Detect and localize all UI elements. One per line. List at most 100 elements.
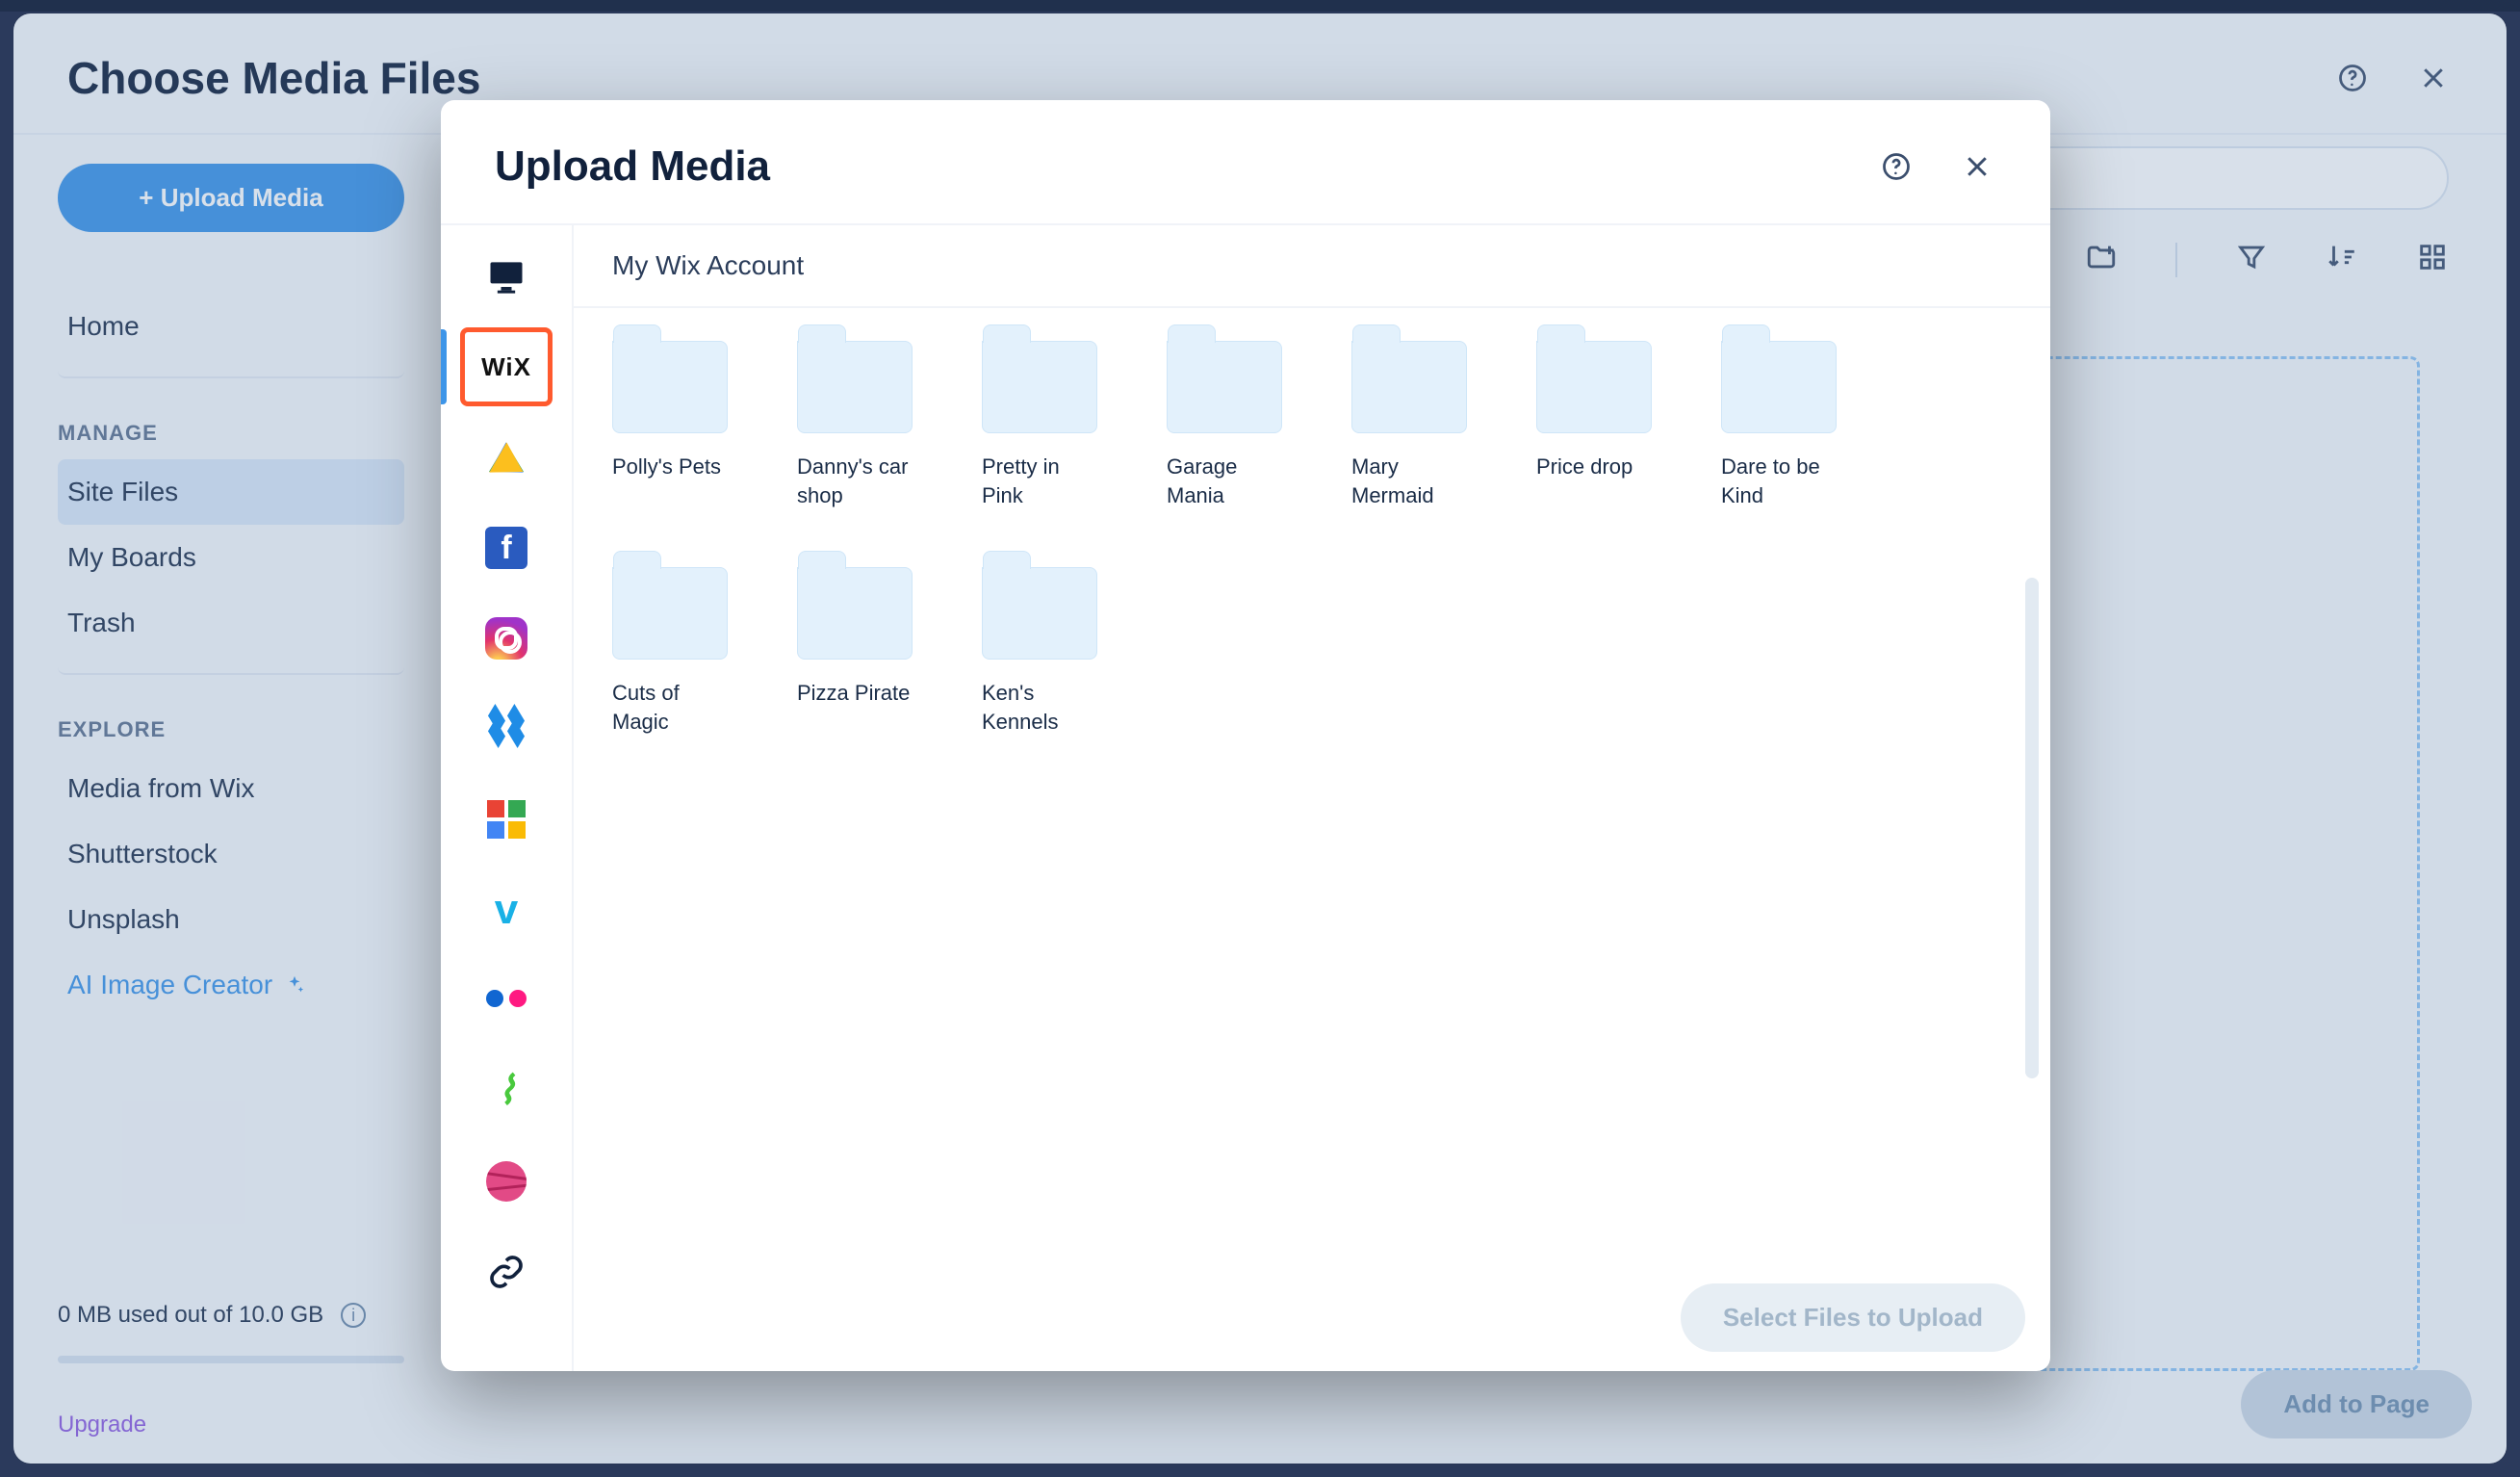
help-icon[interactable] [2333, 59, 2372, 97]
folder-item[interactable]: Price drop [1536, 341, 1659, 509]
sidebar-item-trash[interactable]: Trash [58, 590, 404, 675]
folder-area: Polly's Pets Danny's car shop Pretty in … [574, 308, 2050, 1264]
source-dropbox[interactable] [441, 684, 572, 774]
folder-item[interactable]: Danny's car shop [797, 341, 920, 509]
link-icon [483, 1249, 529, 1295]
sidebar-nav: Home MANAGE Site Files My Boards Trash E… [58, 294, 404, 1018]
folder-item[interactable]: Pizza Pirate [797, 567, 920, 736]
folder-icon [1167, 341, 1282, 433]
folder-label: Pizza Pirate [797, 679, 920, 708]
source-desktop[interactable] [441, 231, 572, 322]
folder-icon [1351, 341, 1467, 433]
breadcrumb[interactable]: My Wix Account [574, 225, 2050, 308]
upload-media-modal: Upload Media WiX f v ⌇ [441, 100, 2050, 1371]
folder-label: Polly's Pets [612, 453, 735, 481]
folder-item[interactable]: Cuts of Magic [612, 567, 735, 736]
folder-label: Dare to be Kind [1721, 453, 1844, 509]
choose-media-title: Choose Media Files [67, 52, 480, 104]
source-instagram[interactable] [441, 593, 572, 684]
source-facebook[interactable]: f [441, 503, 572, 593]
dribbble-icon [483, 1158, 529, 1205]
upload-media-header: Upload Media [441, 100, 2050, 225]
folder-icon [797, 341, 913, 433]
folder-icon [612, 567, 728, 660]
desktop-icon [483, 253, 529, 299]
storage-usage-text: 0 MB used out of 10.0 GB [58, 1302, 323, 1329]
help-icon[interactable] [1877, 147, 1916, 186]
upload-media-button[interactable]: + Upload Media [58, 164, 404, 232]
source-dribbble[interactable] [441, 1136, 572, 1227]
folder-icon [612, 341, 728, 433]
sidebar-item-ai-image-creator[interactable]: AI Image Creator [58, 952, 404, 1018]
folder-label: Garage Mania [1167, 453, 1290, 509]
folder-label: Price drop [1536, 453, 1659, 481]
folder-item[interactable]: Ken's Kennels [982, 567, 1105, 736]
source-flickr[interactable] [441, 955, 572, 1046]
folder-label: Pretty in Pink [982, 453, 1105, 509]
select-files-button[interactable]: Select Files to Upload [1681, 1283, 2025, 1352]
folder-icon [1721, 341, 1837, 433]
folder-label: Cuts of Magic [612, 679, 735, 736]
source-link[interactable] [441, 1227, 572, 1317]
folder-item[interactable]: Mary Mermaid [1351, 341, 1475, 509]
sidebar-item-home[interactable]: Home [58, 294, 404, 378]
upload-media-main: My Wix Account Polly's Pets Danny's car … [574, 225, 2050, 1371]
toolbar-separator [2175, 243, 2177, 277]
sidebar-item-my-boards[interactable]: My Boards [58, 525, 404, 590]
folder-grid: Polly's Pets Danny's car shop Pretty in … [612, 341, 2012, 737]
folder-icon [797, 567, 913, 660]
source-wix[interactable]: WiX [441, 322, 572, 412]
editor-top-strip [0, 0, 2520, 12]
storage-footer: 0 MB used out of 10.0 GB i Upgrade [58, 1302, 404, 1438]
sidebar-item-shutterstock[interactable]: Shutterstock [58, 821, 404, 887]
upload-media-body: WiX f v ⌇ My Wix Account Polly's Pets Da… [441, 225, 2050, 1371]
filter-icon[interactable] [2235, 241, 2268, 278]
upload-media-header-actions [1877, 147, 1996, 186]
toolbar-icons [2085, 241, 2449, 278]
deviantart-icon: ⌇ [483, 1068, 529, 1114]
dropbox-icon [483, 706, 529, 752]
folder-item[interactable]: Dare to be Kind [1721, 341, 1844, 509]
folder-item[interactable]: Pretty in Pink [982, 341, 1105, 509]
folder-label: Ken's Kennels [982, 679, 1105, 736]
close-icon[interactable] [1958, 147, 1996, 186]
folder-icon [982, 341, 1097, 433]
highlight-box [460, 327, 553, 406]
folder-item[interactable]: Garage Mania [1167, 341, 1290, 509]
facebook-icon: f [483, 525, 529, 571]
folder-label: Mary Mermaid [1351, 453, 1475, 509]
sidebar-item-media-from-wix[interactable]: Media from Wix [58, 756, 404, 821]
instagram-icon [483, 615, 529, 661]
folder-icon [1536, 341, 1652, 433]
grid-view-icon[interactable] [2416, 241, 2449, 278]
folder-icon [982, 567, 1097, 660]
sort-icon[interactable] [2326, 241, 2358, 278]
source-google-drive[interactable] [441, 412, 572, 503]
choose-media-sidebar: + Upload Media Home MANAGE Site Files My… [13, 135, 427, 1458]
choose-media-header-actions [2333, 59, 2453, 97]
upload-media-title: Upload Media [495, 143, 770, 191]
close-icon[interactable] [2414, 59, 2453, 97]
upgrade-link[interactable]: Upgrade [58, 1412, 146, 1438]
vimeo-icon: v [483, 887, 529, 933]
add-to-page-button[interactable]: Add to Page [2241, 1370, 2472, 1438]
google-photos-icon [483, 796, 529, 842]
sidebar-section-manage: MANAGE [58, 421, 404, 446]
sidebar-item-site-files[interactable]: Site Files [58, 459, 404, 525]
sparkle-icon [284, 974, 305, 996]
source-deviantart[interactable]: ⌇ [441, 1046, 572, 1136]
scrollbar[interactable] [2025, 578, 2039, 1078]
upload-media-footer: Select Files to Upload [574, 1264, 2050, 1371]
folder-label: Danny's car shop [797, 453, 920, 509]
upload-source-rail: WiX f v ⌇ [441, 225, 574, 1371]
new-folder-icon[interactable] [2085, 241, 2118, 278]
sidebar-section-explore: EXPLORE [58, 717, 404, 742]
ai-image-creator-label: AI Image Creator [67, 970, 272, 1000]
sidebar-item-unsplash[interactable]: Unsplash [58, 887, 404, 952]
folder-item[interactable]: Polly's Pets [612, 341, 735, 509]
storage-usage-bar [58, 1356, 404, 1363]
source-google-photos[interactable] [441, 774, 572, 865]
info-icon[interactable]: i [341, 1303, 366, 1328]
flickr-icon [483, 977, 529, 1024]
source-vimeo[interactable]: v [441, 865, 572, 955]
